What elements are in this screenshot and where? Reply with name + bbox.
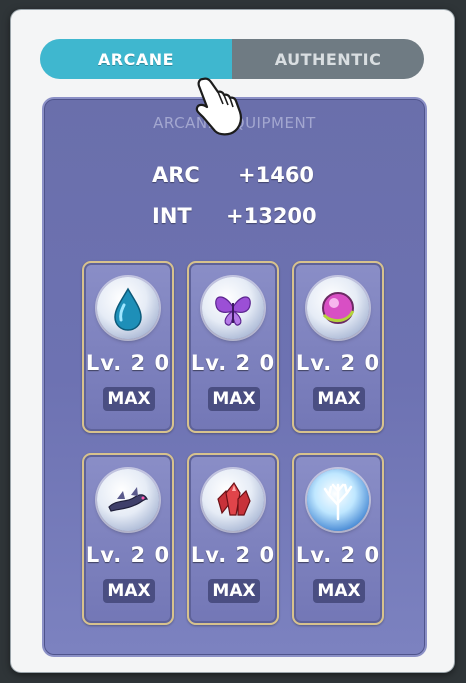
tab-authentic[interactable]: AUTHENTIC xyxy=(232,39,424,79)
symbol-slot-2[interactable]: Lv. 2 0 MAX xyxy=(187,261,279,433)
symbol-level: Lv. 2 0 xyxy=(295,351,381,375)
max-badge: MAX xyxy=(103,579,155,603)
panel-title: ARCANE EQUIPMENT xyxy=(153,114,316,132)
purple-butterfly-symbol-icon xyxy=(202,277,264,339)
symbol-level: Lv. 2 0 xyxy=(295,543,381,567)
blue-droplet-symbol-icon xyxy=(97,277,159,339)
symbol-slot-6[interactable]: Lv. 2 0 MAX xyxy=(292,453,384,625)
max-badge: MAX xyxy=(313,387,365,411)
symbol-level: Lv. 2 0 xyxy=(85,351,171,375)
symbol-slot-1[interactable]: Lv. 2 0 MAX xyxy=(82,261,174,433)
dark-serpent-symbol-icon xyxy=(97,469,159,531)
stat-arc-value: +1460 xyxy=(238,163,315,187)
stat-arc-label: ARC xyxy=(152,163,200,187)
symbol-level: Lv. 2 0 xyxy=(85,543,171,567)
symbol-slot-5[interactable]: Lv. 2 0 MAX xyxy=(187,453,279,625)
tab-arcane[interactable]: ARCANE xyxy=(40,39,232,79)
tab-bar: ARCANE AUTHENTIC xyxy=(40,39,424,79)
arcane-symbol-window: ARCANE AUTHENTIC ARCANE EQUIPMENT ARC +1… xyxy=(11,10,454,672)
stat-int-value: +13200 xyxy=(226,204,317,228)
max-badge: MAX xyxy=(313,579,365,603)
white-tree-symbol-icon xyxy=(307,469,369,531)
max-badge: MAX xyxy=(103,387,155,411)
symbol-slot-4[interactable]: Lv. 2 0 MAX xyxy=(82,453,174,625)
symbol-slot-3[interactable]: Lv. 2 0 MAX xyxy=(292,261,384,433)
pink-orb-symbol-icon xyxy=(307,277,369,339)
max-badge: MAX xyxy=(208,387,260,411)
arcane-equipment-panel: ARCANE EQUIPMENT ARC +1460 INT +13200 Lv… xyxy=(42,97,427,657)
symbol-level: Lv. 2 0 xyxy=(190,351,276,375)
max-badge: MAX xyxy=(208,579,260,603)
symbol-level: Lv. 2 0 xyxy=(190,543,276,567)
red-crystal-symbol-icon xyxy=(202,469,264,531)
stat-int-label: INT xyxy=(152,204,192,228)
